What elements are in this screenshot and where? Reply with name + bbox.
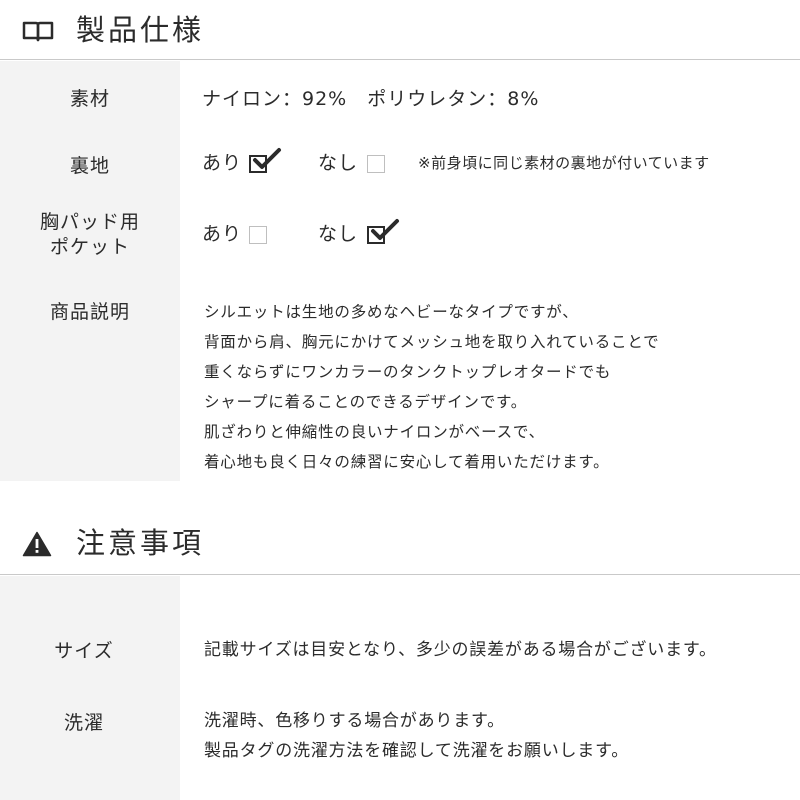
pad-pocket-yes-checkbox[interactable] [249,226,267,244]
pad-pocket-no-label: なし [318,223,359,245]
description-line: 肌ざわりと伸縮性の良いナイロンがベースで、 [204,423,545,441]
material-value: ナイロン：92% ポリウレタン：8% [202,88,540,110]
pad-pocket-yes-label: あり [202,223,243,245]
size-label: サイズ [54,640,114,662]
pad-pocket-label-line2: ポケット [49,236,130,258]
checkmark-icon [371,219,399,240]
size-value: 記載サイズは目安となり、多少の誤差がある場合がございます。 [204,640,717,660]
spec-section-header: 製品仕様 [0,0,800,60]
lining-yes-label: あり [202,152,243,174]
caution-label-column [0,576,180,800]
lining-no-label: なし [318,152,359,174]
description-line: 背面から肩、胸元にかけてメッシュ地を取り入れていることで [204,333,660,351]
book-icon [22,20,54,46]
description-line: 重くならずにワンカラーのタンクトップレオタードでも [204,363,612,381]
checkmark-icon [253,148,281,169]
lining-no-checkbox[interactable] [367,155,385,173]
warning-icon [22,531,52,561]
description-line: シルエットは生地の多めなヘビーなタイプですが、 [204,303,579,321]
washing-line: 製品タグの洗濯方法を確認して洗濯をお願いします。 [204,741,629,761]
washing-label: 洗濯 [63,712,104,734]
section-title: 製品仕様 [76,13,205,47]
pad-pocket-label-line1: 胸パッド用 [39,211,140,233]
description-line: 着心地も良く日々の練習に安心して着用いただけます。 [204,453,610,471]
washing-line: 洗濯時、色移りする場合があります。 [204,711,505,731]
caution-section-header: 注意事項 [0,515,800,575]
description-label: 商品説明 [49,301,130,323]
section-title: 注意事項 [76,526,205,560]
spec-label-column [0,61,180,481]
material-label: 素材 [69,88,110,110]
lining-label: 裏地 [69,155,110,177]
description-line: シャープに着ることのできるデザインです。 [204,393,528,411]
lining-note: ※前身頃に同じ素材の裏地が付いています [418,154,710,172]
